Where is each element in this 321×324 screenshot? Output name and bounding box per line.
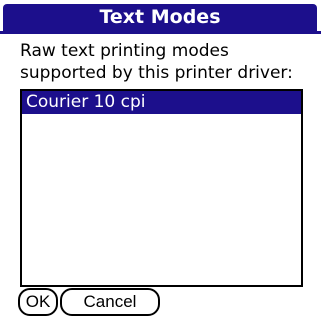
description-line-2: supported by this printer driver: (20, 63, 293, 83)
title-divider (0, 31, 321, 34)
dialog-title: Text Modes (3, 4, 317, 31)
cancel-button[interactable]: Cancel (60, 288, 160, 316)
description-line-1: Raw text printing modes (20, 41, 229, 61)
text-modes-list[interactable]: Courier 10 cpi (20, 89, 303, 287)
ok-button[interactable]: OK (18, 288, 58, 316)
list-item-courier-10-cpi[interactable]: Courier 10 cpi (22, 91, 301, 114)
text-modes-dialog: Text Modes Raw text printing modes suppo… (0, 0, 321, 324)
dialog-description: Raw text printing modes supported by thi… (20, 40, 310, 84)
